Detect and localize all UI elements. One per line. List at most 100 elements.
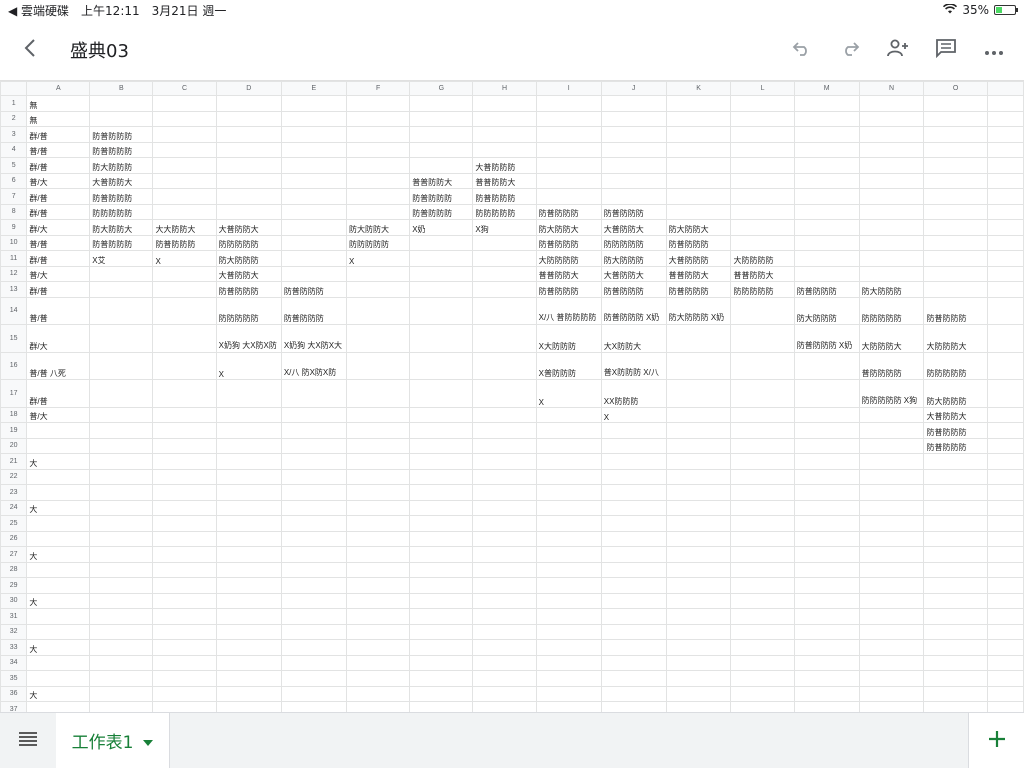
cell-e27[interactable] — [280, 546, 347, 563]
cell-l26[interactable] — [730, 530, 795, 547]
cell-j30[interactable] — [600, 592, 667, 609]
cell-k22[interactable] — [665, 468, 732, 485]
cell-m20[interactable] — [793, 437, 860, 454]
cell-a17[interactable]: 群/普 — [26, 379, 91, 408]
cell-overflow[interactable] — [986, 639, 1024, 656]
column-header-i[interactable]: I — [535, 81, 602, 96]
cell-j12[interactable]: 大普防防大 — [600, 265, 667, 282]
cell-i11[interactable]: 大防防防防 — [535, 250, 602, 267]
cell-overflow[interactable] — [986, 203, 1024, 220]
cell-j29[interactable] — [600, 577, 667, 594]
row-header[interactable]: 3 — [0, 126, 28, 143]
cell-o18[interactable]: 大普防防大 — [923, 406, 988, 423]
cell-f30[interactable] — [345, 592, 411, 609]
cell-d26[interactable] — [215, 530, 282, 547]
row-header[interactable]: 6 — [0, 172, 28, 189]
cell-n9[interactable] — [858, 219, 925, 236]
row-header[interactable]: 1 — [0, 95, 28, 112]
cell-h10[interactable] — [472, 234, 537, 251]
cell-f27[interactable] — [345, 546, 411, 563]
cell-g3[interactable] — [409, 126, 474, 143]
cell-a37[interactable] — [26, 701, 91, 712]
cell-i3[interactable] — [535, 126, 602, 143]
cell-o28[interactable] — [923, 561, 988, 578]
cell-m19[interactable] — [793, 422, 860, 439]
cell-h12[interactable] — [472, 265, 537, 282]
cell-l32[interactable] — [730, 623, 795, 640]
cell-j19[interactable] — [600, 422, 667, 439]
cell-h3[interactable] — [472, 126, 537, 143]
cell-overflow[interactable] — [986, 250, 1024, 267]
cell-g12[interactable] — [409, 265, 474, 282]
cell-h8[interactable]: 防防防防防 — [472, 203, 537, 220]
cell-b30[interactable] — [89, 592, 154, 609]
cell-l36[interactable] — [730, 685, 795, 702]
cell-i34[interactable] — [535, 654, 602, 671]
cell-m5[interactable] — [793, 157, 860, 174]
cell-b12[interactable] — [89, 265, 154, 282]
cell-h30[interactable] — [472, 592, 537, 609]
cell-b27[interactable] — [89, 546, 154, 563]
cell-k37[interactable] — [665, 701, 732, 712]
cell-i12[interactable]: 普普防防大 — [535, 265, 602, 282]
cell-c18[interactable] — [152, 406, 217, 423]
cell-f17[interactable] — [345, 379, 411, 408]
cell-l11[interactable]: 大防防防防 — [730, 250, 795, 267]
cell-c13[interactable] — [152, 281, 217, 298]
cell-f13[interactable] — [345, 281, 411, 298]
cell-i15[interactable]: X大防防防 — [535, 324, 602, 353]
cell-m35[interactable] — [793, 670, 860, 687]
cell-k25[interactable] — [665, 515, 732, 532]
cell-k9[interactable]: 防大防防大 — [665, 219, 732, 236]
cell-k13[interactable]: 防普防防防 — [665, 281, 732, 298]
cell-o37[interactable] — [923, 701, 988, 712]
cell-n25[interactable] — [858, 515, 925, 532]
cell-a1[interactable]: 無 — [26, 95, 91, 112]
cell-a24[interactable]: 大 — [26, 499, 91, 516]
cell-l14[interactable] — [730, 296, 795, 325]
cell-m25[interactable] — [793, 515, 860, 532]
cell-m28[interactable] — [793, 561, 860, 578]
cell-j35[interactable] — [600, 670, 667, 687]
cell-n12[interactable] — [858, 265, 925, 282]
cell-f26[interactable] — [345, 530, 411, 547]
cell-m26[interactable] — [793, 530, 860, 547]
cell-i10[interactable]: 防普防防防 — [535, 234, 602, 251]
cell-k27[interactable] — [665, 546, 732, 563]
cell-g27[interactable] — [409, 546, 474, 563]
cell-m6[interactable] — [793, 172, 860, 189]
cell-n10[interactable] — [858, 234, 925, 251]
cell-j8[interactable]: 防普防防防 — [600, 203, 667, 220]
cell-n27[interactable] — [858, 546, 925, 563]
cell-overflow[interactable] — [986, 499, 1024, 516]
cell-a30[interactable]: 大 — [26, 592, 91, 609]
cell-n26[interactable] — [858, 530, 925, 547]
cell-j33[interactable] — [600, 639, 667, 656]
cell-b31[interactable] — [89, 608, 154, 625]
cell-g23[interactable] — [409, 484, 474, 501]
cell-a28[interactable] — [26, 561, 91, 578]
cell-b15[interactable] — [89, 324, 154, 353]
cell-g34[interactable] — [409, 654, 474, 671]
redo-button[interactable] — [834, 34, 866, 66]
column-header-b[interactable]: B — [89, 81, 154, 96]
cell-d36[interactable] — [215, 685, 282, 702]
cell-k16[interactable] — [665, 351, 732, 380]
cell-f10[interactable]: 防防防防防 — [345, 234, 411, 251]
cell-c14[interactable] — [152, 296, 217, 325]
cell-m1[interactable] — [793, 95, 860, 112]
cell-d30[interactable] — [215, 592, 282, 609]
cell-k34[interactable] — [665, 654, 732, 671]
cell-f6[interactable] — [345, 172, 411, 189]
all-sheets-button[interactable] — [0, 713, 56, 768]
row-header[interactable]: 18 — [0, 406, 28, 423]
cell-c15[interactable] — [152, 324, 217, 353]
cell-j23[interactable] — [600, 484, 667, 501]
cell-i23[interactable] — [535, 484, 602, 501]
cell-g18[interactable] — [409, 406, 474, 423]
cell-i9[interactable]: 防大防防大 — [535, 219, 602, 236]
cell-g30[interactable] — [409, 592, 474, 609]
cell-e5[interactable] — [280, 157, 347, 174]
cell-overflow[interactable] — [986, 406, 1024, 423]
cell-j26[interactable] — [600, 530, 667, 547]
